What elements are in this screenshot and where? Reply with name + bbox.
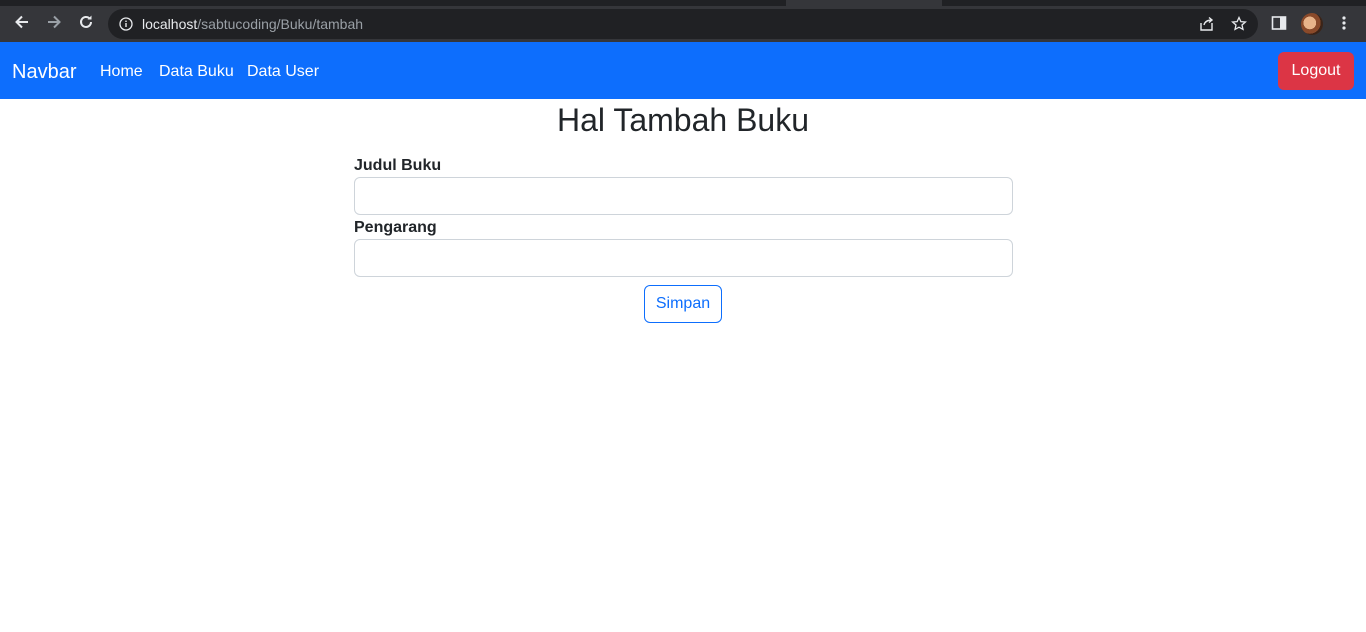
- page-title: Hal Tambah Buku: [557, 102, 809, 138]
- judul-buku-label: Judul Buku: [354, 157, 442, 174]
- judul-buku-input[interactable]: [354, 177, 1013, 215]
- nav-link-data-buku[interactable]: Data Buku: [159, 63, 234, 81]
- url-text: localhost/sabtucoding/Buku/tambah: [142, 16, 363, 32]
- url-host: localhost: [142, 16, 198, 32]
- nav-link-home[interactable]: Home: [100, 63, 143, 81]
- more-menu-icon[interactable]: [1335, 14, 1353, 32]
- address-bar[interactable]: localhost/sabtucoding/Buku/tambah: [108, 9, 1258, 39]
- pengarang-input[interactable]: [354, 239, 1013, 277]
- tab-strip: [0, 0, 786, 6]
- navbar-brand[interactable]: Navbar: [12, 61, 76, 83]
- info-icon[interactable]: [119, 17, 133, 31]
- tab-strip-right: [942, 0, 1366, 6]
- reload-icon[interactable]: [76, 12, 96, 32]
- profile-avatar[interactable]: [1301, 13, 1323, 35]
- navbar: Navbar Home Data Buku Data User Logout: [0, 42, 1366, 99]
- logout-button[interactable]: Logout: [1278, 52, 1354, 90]
- back-arrow-icon[interactable]: [12, 12, 32, 32]
- browser-toolbar: localhost/sabtucoding/Buku/tambah: [0, 0, 1366, 42]
- bookmark-star-icon[interactable]: [1230, 15, 1248, 33]
- pengarang-label: Pengarang: [354, 219, 437, 236]
- simpan-button[interactable]: Simpan: [644, 285, 722, 323]
- nav-link-data-user[interactable]: Data User: [247, 63, 319, 81]
- side-panel-icon[interactable]: [1270, 14, 1288, 32]
- forward-arrow-icon[interactable]: [44, 12, 64, 32]
- url-path: /sabtucoding/Buku/tambah: [197, 16, 364, 32]
- share-icon[interactable]: [1198, 15, 1216, 33]
